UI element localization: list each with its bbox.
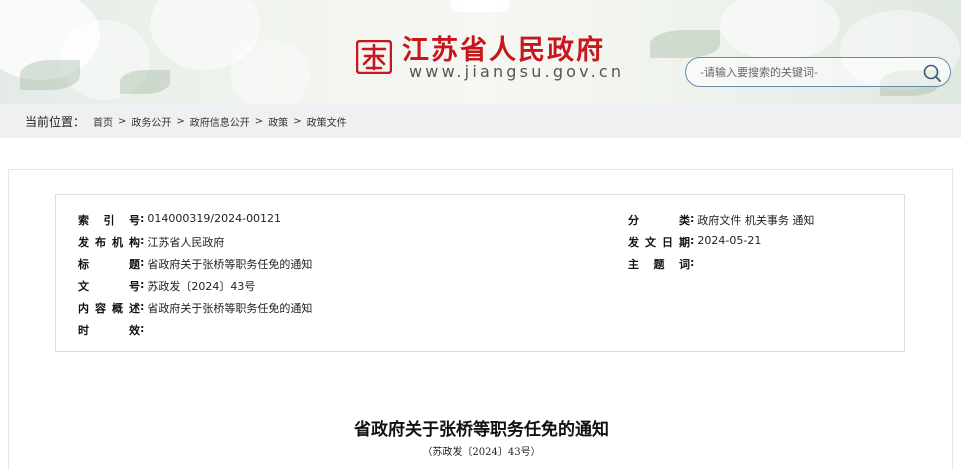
site-url[interactable]: www.jiangsu.gov.cn [409, 62, 624, 81]
breadcrumb-home[interactable]: 首页 [93, 114, 113, 129]
meta-label: 文 号 [78, 280, 140, 293]
meta-label: 发布机构 [78, 236, 140, 249]
meta-label: 发文日期 [628, 236, 690, 249]
meta-subject: 主 题 词: [628, 256, 695, 271]
top-tab [450, 0, 510, 12]
site-header: 江苏省人民政府 www.jiangsu.gov.cn [0, 0, 961, 104]
meta-label: 主 题 词 [628, 258, 690, 271]
breadcrumb-gov-info[interactable]: 政府信息公开 [190, 114, 250, 129]
meta-title: 标 题: 省政府关于张桥等职务任免的通知 [78, 256, 313, 271]
meta-value: 2024-05-21 [697, 234, 762, 247]
meta-issue-date: 发文日期: 2024-05-21 [628, 234, 762, 249]
document-title: 省政府关于张桥等职务任免的通知 [354, 420, 609, 440]
breadcrumb-separator: > [118, 115, 127, 127]
meta-value: 省政府关于张桥等职务任免的通知 [147, 302, 313, 315]
breadcrumb: 当前位置： 首页 > 政务公开 > 政府信息公开 > 政策 > 政策文件 [0, 104, 961, 138]
breadcrumb-separator: > [293, 115, 302, 127]
meta-doc-no: 文 号: 苏政发〔2024〕43号 [78, 278, 256, 293]
meta-category: 分 类: 政府文件 机关事务 通知 [628, 212, 815, 227]
breadcrumb-separator: > [254, 115, 264, 127]
meta-value: 政府文件 机关事务 通知 [697, 214, 815, 227]
meta-label: 内容概述 [78, 302, 140, 315]
meta-value: 苏政发〔2024〕43号 [147, 280, 256, 293]
breadcrumb-gov-affairs[interactable]: 政务公开 [131, 114, 171, 129]
meta-label: 时 效 [78, 324, 140, 337]
meta-label: 标 题 [78, 258, 140, 271]
meta-value: 014000319/2024-00121 [147, 212, 282, 225]
meta-summary: 内容概述: 省政府关于张桥等职务任免的通知 [78, 300, 313, 315]
search-icon[interactable] [922, 63, 942, 83]
jiangsu-seal-logo-icon [356, 40, 392, 74]
content-panel: 索 引 号: 014000319/2024-00121 发布机构: 江苏省人民政… [8, 169, 953, 470]
document-number: （苏政发〔2024〕43号） [422, 447, 541, 458]
document-metadata: 索 引 号: 014000319/2024-00121 发布机构: 江苏省人民政… [55, 194, 905, 352]
meta-label: 索 引 号 [78, 214, 140, 227]
meta-index-no: 索 引 号: 014000319/2024-00121 [78, 212, 282, 227]
meta-validity: 时 效: [78, 322, 145, 337]
search-box [685, 57, 951, 87]
breadcrumb-policy-docs[interactable]: 政策文件 [307, 114, 347, 129]
meta-publisher: 发布机构: 江苏省人民政府 [78, 234, 225, 249]
meta-value: 省政府关于张桥等职务任免的通知 [147, 258, 313, 271]
meta-label: 分 类 [628, 214, 690, 227]
search-input[interactable] [700, 58, 910, 86]
breadcrumb-policy[interactable]: 政策 [268, 114, 288, 129]
meta-value: 江苏省人民政府 [147, 236, 225, 249]
breadcrumb-separator: > [176, 115, 185, 127]
breadcrumb-label: 当前位置： [25, 114, 86, 129]
